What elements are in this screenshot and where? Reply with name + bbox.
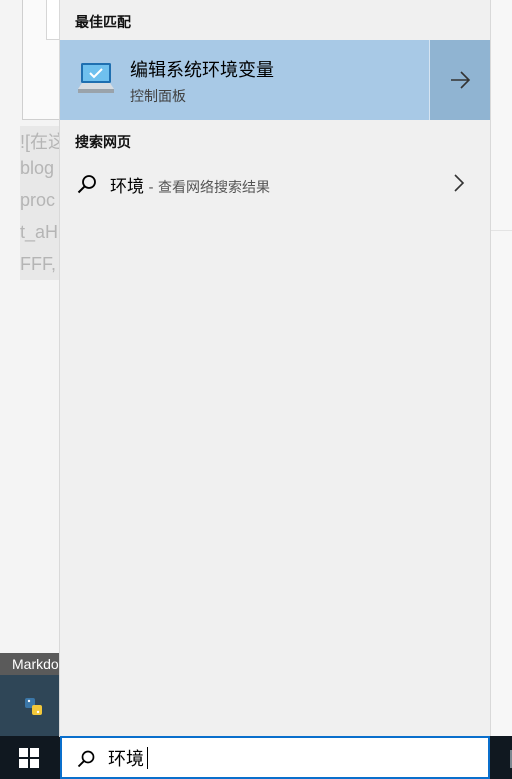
- background-window: ![在这 blog proc t_aH FFF,: [0, 0, 60, 655]
- background-text-line: proc: [20, 190, 56, 210]
- taskbar-app-strip: [0, 675, 60, 736]
- arrow-right-icon: [451, 71, 471, 89]
- best-match-subtitle: 控制面板: [130, 89, 186, 105]
- background-text-line: FFF,: [20, 254, 56, 274]
- background-text-line: ![在这: [20, 132, 60, 152]
- text-caret: [147, 747, 148, 769]
- search-box[interactable]: [60, 736, 490, 779]
- background-text-line: t_aH: [20, 222, 59, 242]
- background-right-window: [490, 0, 512, 740]
- search-icon: [77, 750, 95, 768]
- chevron-right-icon[interactable]: [452, 172, 466, 194]
- web-search-result[interactable]: 环境 - 查看网络搜索结果: [60, 162, 490, 204]
- monitor-settings-icon: [78, 63, 114, 93]
- background-image-inner: [46, 0, 60, 40]
- best-match-title: 编辑系统环境变量: [130, 60, 274, 81]
- best-match-result[interactable]: 编辑系统环境变量 控制面板: [60, 40, 429, 120]
- search-icon: [77, 175, 96, 194]
- taskbar-right-edge: [490, 736, 512, 779]
- web-search-heading: 搜索网页: [75, 135, 131, 151]
- taskbar-app-label[interactable]: Markdo: [0, 653, 60, 675]
- best-match-heading: 最佳匹配: [75, 15, 131, 31]
- background-text-line: blog: [20, 158, 55, 178]
- open-result-button[interactable]: [430, 40, 490, 120]
- start-button[interactable]: [0, 736, 60, 779]
- web-search-text: 环境 - 查看网络搜索结果: [110, 172, 270, 197]
- background-divider: [490, 230, 512, 231]
- web-search-hint: - 查看网络搜索结果: [144, 180, 270, 196]
- web-search-query: 环境: [110, 177, 144, 197]
- search-results-panel: 最佳匹配 编辑系统环境变量 控制面板 搜索网页 环境 - 查看网络搜索结果: [60, 0, 490, 736]
- python-app-icon[interactable]: [22, 695, 46, 719]
- windows-logo-icon: [19, 748, 39, 768]
- search-input[interactable]: [108, 744, 468, 772]
